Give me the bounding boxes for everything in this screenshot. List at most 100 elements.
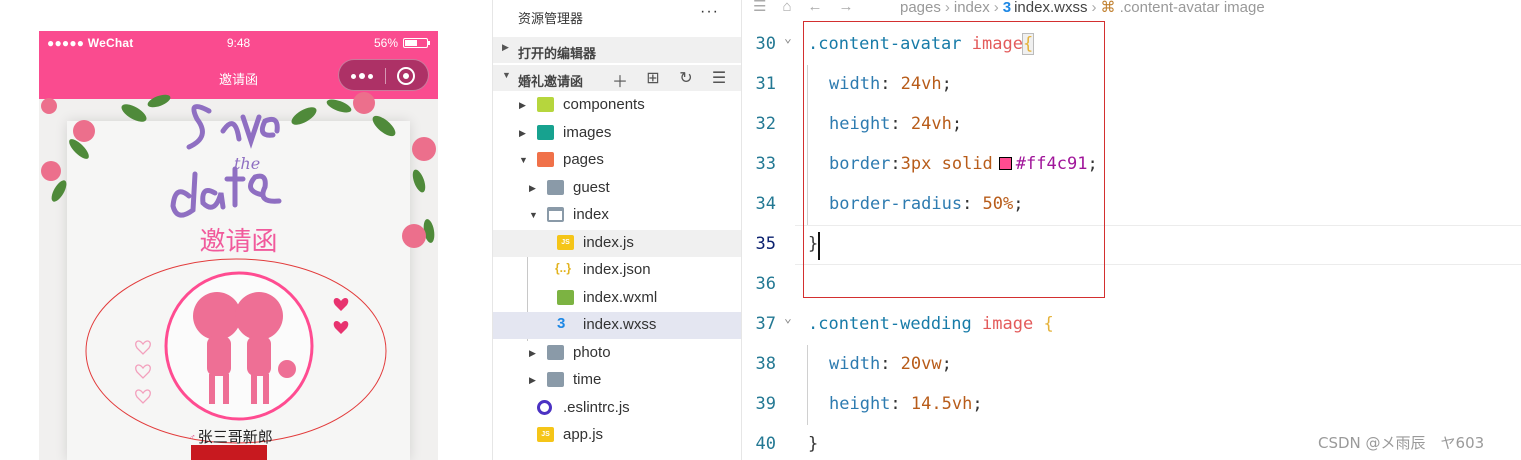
editor-toolbar: ☰⌂←→	[753, 0, 870, 15]
chevron-right-icon: ▶	[502, 42, 509, 52]
explorer-header: 资源管理器 ···	[493, 0, 741, 34]
bookmark-icon[interactable]: ⌂	[782, 0, 807, 15]
code-text: height: 14.5vh;	[829, 394, 983, 414]
folder-pages-icon	[537, 152, 554, 167]
watermark: CSDN @メ雨辰 ヤ603	[1318, 434, 1485, 452]
code-text: .content-wedding image {	[808, 314, 1054, 334]
tree-item-label: photo	[573, 344, 611, 361]
line-number: 40	[755, 434, 776, 454]
heart-icons-outline	[135, 340, 151, 404]
tree-item-guest[interactable]: ▶ guest	[493, 175, 741, 202]
tree-item-label: components	[563, 96, 645, 113]
tree-item-label: index.json	[583, 261, 651, 278]
chevron-down-icon: ▼	[502, 70, 511, 80]
line-number: 31	[755, 74, 776, 94]
code-line-37[interactable]: 37 ⌄ .content-wedding image {	[743, 305, 1521, 345]
tree-item-label: time	[573, 371, 602, 388]
screenshot-root: ●●●●● WeChat 9:48 56% 邀请函 the 邀请函 ♂ 张三哥新…	[0, 0, 1521, 460]
tree-item-label: index.wxml	[583, 289, 658, 306]
tree-item-label: app.js	[563, 426, 604, 443]
breadcrumb: ☰⌂←→ pages › index › 3 index.wxss › ⌘ .content-…	[743, 0, 1521, 18]
line-number: 39	[755, 394, 776, 414]
the-script: the	[234, 154, 260, 173]
tree-item-label: images	[563, 124, 612, 141]
line-number: 30	[755, 34, 776, 54]
open-editors-label: 打开的编辑器	[518, 46, 597, 61]
tree-item-label: .eslintrc.js	[563, 399, 630, 416]
forward-icon[interactable]: →	[839, 0, 870, 15]
refresh-icon[interactable]: ↻	[676, 68, 696, 92]
double-happiness-mark	[191, 445, 267, 460]
css-file-icon: 3	[1002, 0, 1012, 16]
tree-item-photo[interactable]: ▶ photo	[493, 340, 741, 367]
new-file-icon[interactable]: ＋	[610, 68, 630, 92]
folder-open-icon	[547, 207, 564, 222]
code-text: }	[808, 434, 819, 454]
tree-item-index-wxml[interactable]: index.wxml	[493, 285, 741, 312]
open-editors-section[interactable]: ▶ 打开的编辑器	[493, 37, 741, 63]
tree-item-images[interactable]: ▶ images	[493, 120, 741, 147]
tree-item-index-js[interactable]: JS index.js	[493, 230, 741, 257]
back-icon[interactable]: ←	[808, 0, 839, 15]
chevron-right-icon: ▶	[529, 183, 536, 193]
line-number: 34	[755, 194, 776, 214]
eslint-file-icon	[537, 400, 552, 415]
tree-item-pages[interactable]: ▼ pages	[493, 147, 741, 174]
save-the-date-logo	[170, 104, 282, 218]
avatar-image	[164, 271, 314, 421]
tree-item-label: index	[573, 206, 609, 223]
tree-item-app-js[interactable]: JS app.js	[493, 422, 741, 449]
project-label: 婚礼邀请函	[518, 74, 584, 89]
project-section[interactable]: ▼ 婚礼邀请函 ＋ ⊞ ↻ ☰	[493, 65, 741, 92]
chevron-down-icon: ▼	[519, 155, 528, 165]
chevron-down-icon: ▼	[529, 210, 538, 220]
folder-icon	[547, 180, 564, 195]
breadcrumb-symbol[interactable]: .content-avatar image	[1120, 0, 1265, 16]
new-folder-icon[interactable]: ⊞	[643, 68, 663, 92]
breadcrumb-pages[interactable]: pages	[900, 0, 941, 16]
folder-images-icon	[537, 125, 554, 140]
breadcrumb-index[interactable]: index	[954, 0, 990, 16]
folder-components-icon	[537, 97, 554, 112]
tree-item-index-folder[interactable]: ▼ index	[493, 202, 741, 229]
folder-icon	[547, 372, 564, 387]
tree-item-index-json[interactable]: {..} index.json	[493, 257, 741, 284]
code-text: width: 20vw;	[829, 354, 952, 374]
tree-item-label: index.wxss	[583, 316, 657, 333]
code-line-39[interactable]: 39 height: 14.5vh;	[743, 385, 1521, 425]
breadcrumb-file[interactable]: index.wxss	[1014, 0, 1087, 16]
chevron-right-icon: ▶	[519, 128, 526, 138]
line-number: 38	[755, 354, 776, 374]
tree-item-label: guest	[573, 179, 610, 196]
wxss-file-icon: 3	[557, 315, 566, 332]
js-file-icon: JS	[537, 427, 554, 442]
fold-chevron-icon[interactable]: ⌄	[784, 311, 792, 326]
code-line-38[interactable]: 38 width: 20vw;	[743, 345, 1521, 385]
line-number: 37	[755, 314, 776, 334]
invitation-title: 邀请函	[199, 227, 278, 257]
groom-name: 张三哥新郎	[189, 426, 273, 447]
chevron-right-icon: ▶	[529, 348, 536, 358]
line-number: 36	[755, 274, 776, 294]
chevron-right-icon: ▶	[519, 100, 526, 110]
json-file-icon: {..}	[555, 261, 572, 275]
heart-icons-filled	[333, 298, 349, 334]
fold-chevron-icon[interactable]: ⌄	[784, 31, 792, 46]
line-number: 35	[755, 234, 776, 254]
line-number: 32	[755, 114, 776, 134]
collapse-icon[interactable]: ☰	[709, 68, 729, 92]
wxml-file-icon	[557, 290, 574, 305]
tree-item-components[interactable]: ▶ components	[493, 92, 741, 119]
phone-simulator: ●●●●● WeChat 9:48 56% 邀请函 the 邀请函 ♂ 张三哥新…	[39, 31, 438, 460]
tree-item-index-wxss[interactable]: 3 index.wxss	[493, 312, 741, 339]
tree-item-time[interactable]: ▶ time	[493, 367, 741, 394]
js-file-icon: JS	[557, 235, 574, 250]
tree-item-eslintrc[interactable]: .eslintrc.js	[493, 395, 741, 422]
menu-icon[interactable]: ☰	[753, 0, 782, 15]
explorer-title: 资源管理器	[518, 11, 584, 26]
symbol-icon: ⌘	[1100, 0, 1120, 16]
chevron-right-icon: ▶	[529, 375, 536, 385]
more-actions-icon[interactable]: ···	[700, 3, 719, 21]
file-explorer-panel: 资源管理器 ··· ▶ 打开的编辑器 ▼ 婚礼邀请函 ＋ ⊞ ↻ ☰ ▶ com…	[492, 0, 742, 460]
tree-item-label: pages	[563, 151, 604, 168]
